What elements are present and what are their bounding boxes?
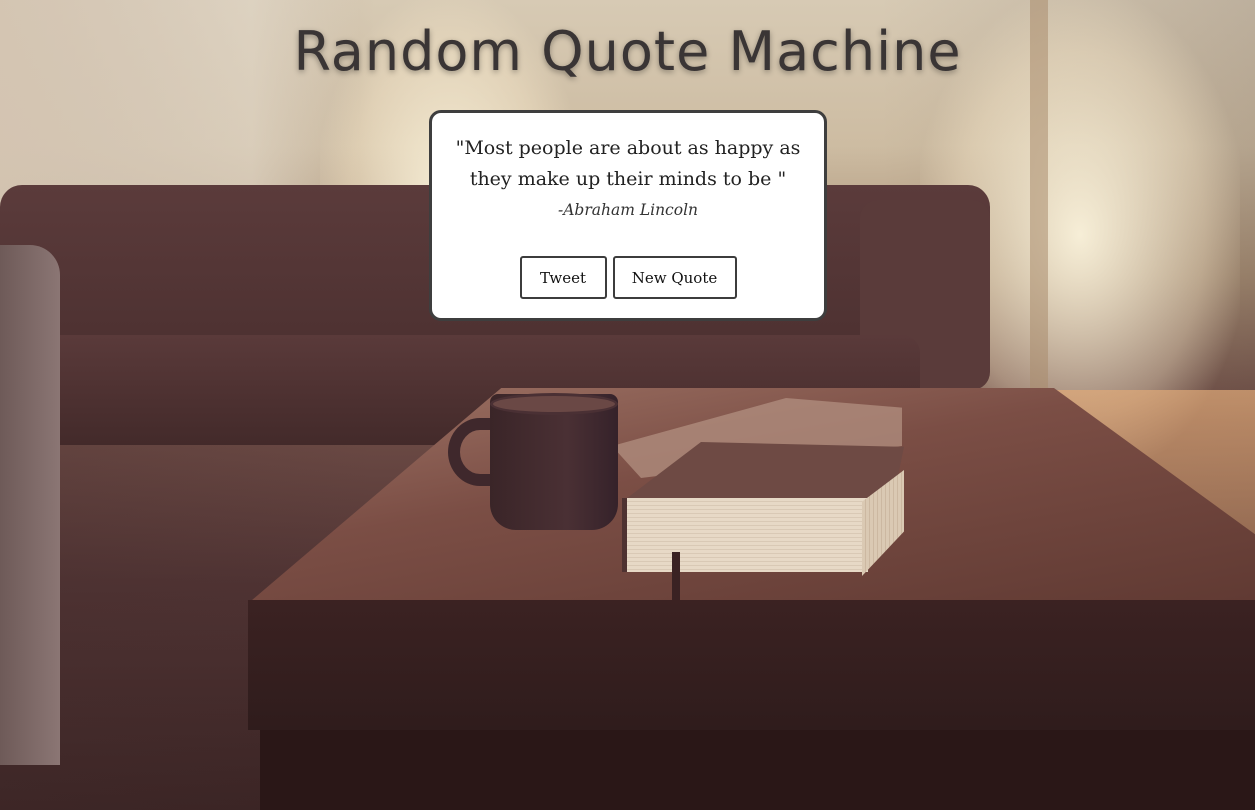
background-table-shadow (260, 730, 1255, 810)
button-row: Tweet New Quote (432, 256, 824, 299)
tweet-button[interactable]: Tweet (519, 256, 607, 299)
background-bookmark (672, 552, 680, 600)
app-root: Random Quote Machine "Most people are ab… (0, 0, 1255, 810)
new-quote-button[interactable]: New Quote (612, 256, 737, 299)
background-table-edge (248, 600, 1255, 730)
background-book-pages (622, 498, 868, 572)
quote-card: "Most people are about as happy as they … (429, 110, 827, 321)
quote-author: -Abraham Lincoln (557, 201, 699, 219)
background-armchair (0, 245, 60, 765)
quote-text: "Most people are about as happy as they … (455, 137, 801, 190)
page-title: Random Quote Machine (293, 20, 962, 83)
background-mug-rim (490, 393, 618, 415)
